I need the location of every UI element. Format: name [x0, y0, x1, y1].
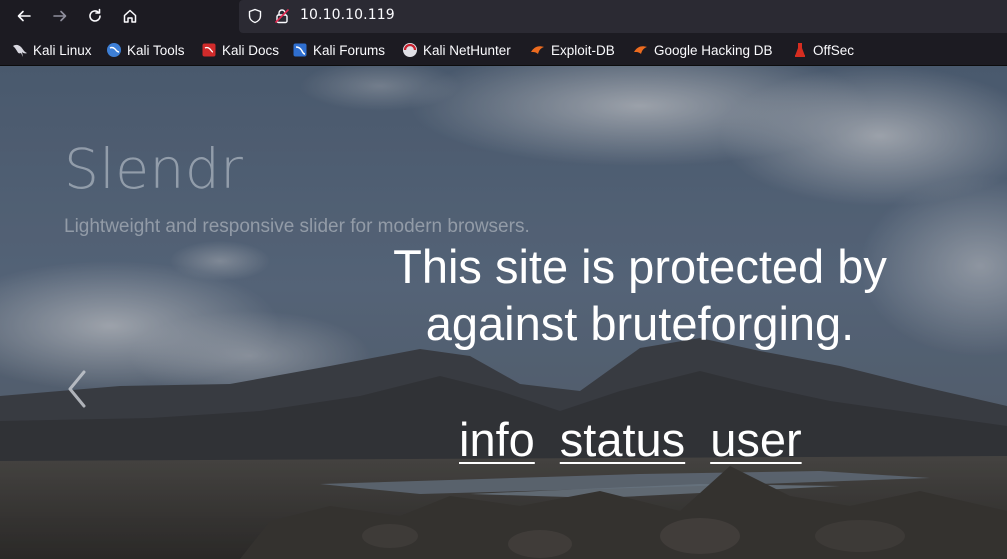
kali-tools-icon [107, 43, 121, 57]
slider-subtitle: Lightweight and responsive slider for mo… [64, 216, 530, 237]
bookmark-kali-linux[interactable]: Kali Linux [12, 40, 92, 60]
user-link[interactable]: user [710, 412, 801, 467]
kali-dragon-icon [13, 44, 27, 57]
bookmark-label: Kali Tools [127, 42, 185, 58]
kali-docs-icon [202, 43, 216, 57]
shield-icon[interactable] [247, 8, 263, 24]
back-button[interactable] [11, 4, 37, 28]
slider-title: Slendr [64, 137, 244, 201]
bookmark-label: Kali Linux [33, 42, 92, 58]
bookmark-exploit-db[interactable]: Exploit-DB [530, 40, 615, 60]
bookmark-kali-tools[interactable]: Kali Tools [106, 40, 185, 60]
url-text[interactable]: 10.10.10.119 [300, 7, 395, 23]
bookmark-label: Exploit-DB [551, 42, 615, 58]
page-content: Slendr Lightweight and responsive slider… [0, 66, 1007, 559]
protection-notice: This site is protected by against brutef… [340, 238, 940, 352]
notice-line-1: This site is protected by [393, 240, 887, 293]
bookmark-google-hacking-db[interactable]: Google Hacking DB [633, 40, 773, 60]
arrow-left-icon [17, 10, 31, 22]
bookmark-label: Kali Forums [313, 42, 386, 58]
bookmark-label: Kali Docs [222, 42, 280, 58]
bookmark-kali-nethunter[interactable]: Kali NetHunter [402, 40, 511, 60]
bookmark-kali-forums[interactable]: Kali Forums [292, 40, 385, 60]
url-bar[interactable]: 10.10.10.119 [239, 0, 1007, 33]
bookmark-kali-docs[interactable]: Kali Docs [201, 40, 279, 60]
status-link[interactable]: status [560, 412, 685, 467]
bookmarks-bar: Kali Linux Kali Tools Kali Docs Kali For… [0, 33, 1007, 66]
exploit-db-icon [531, 46, 544, 54]
forward-button[interactable] [47, 4, 73, 28]
bookmark-offsec[interactable]: OffSec [792, 40, 854, 60]
reload-icon [89, 8, 101, 22]
bookmark-label: Kali NetHunter [423, 42, 511, 58]
bookmark-label: Google Hacking DB [654, 42, 773, 58]
notice-line-2: against bruteforging. [425, 297, 855, 350]
reload-button[interactable] [82, 4, 108, 28]
bookmark-label: OffSec [813, 42, 855, 58]
home-icon [123, 9, 137, 23]
kali-forums-icon [293, 43, 307, 57]
slider-prev-arrow-icon[interactable] [62, 368, 92, 410]
ghdb-icon [634, 46, 647, 54]
browser-toolbar: 10.10.10.119 [0, 0, 1007, 33]
offsec-icon [795, 43, 805, 57]
insecure-lock-icon[interactable] [274, 8, 290, 24]
info-link[interactable]: info [459, 412, 535, 467]
nav-links: info status user [459, 412, 802, 467]
kali-nethunter-icon [403, 43, 417, 57]
home-button[interactable] [117, 4, 143, 28]
arrow-right-icon [53, 10, 67, 22]
